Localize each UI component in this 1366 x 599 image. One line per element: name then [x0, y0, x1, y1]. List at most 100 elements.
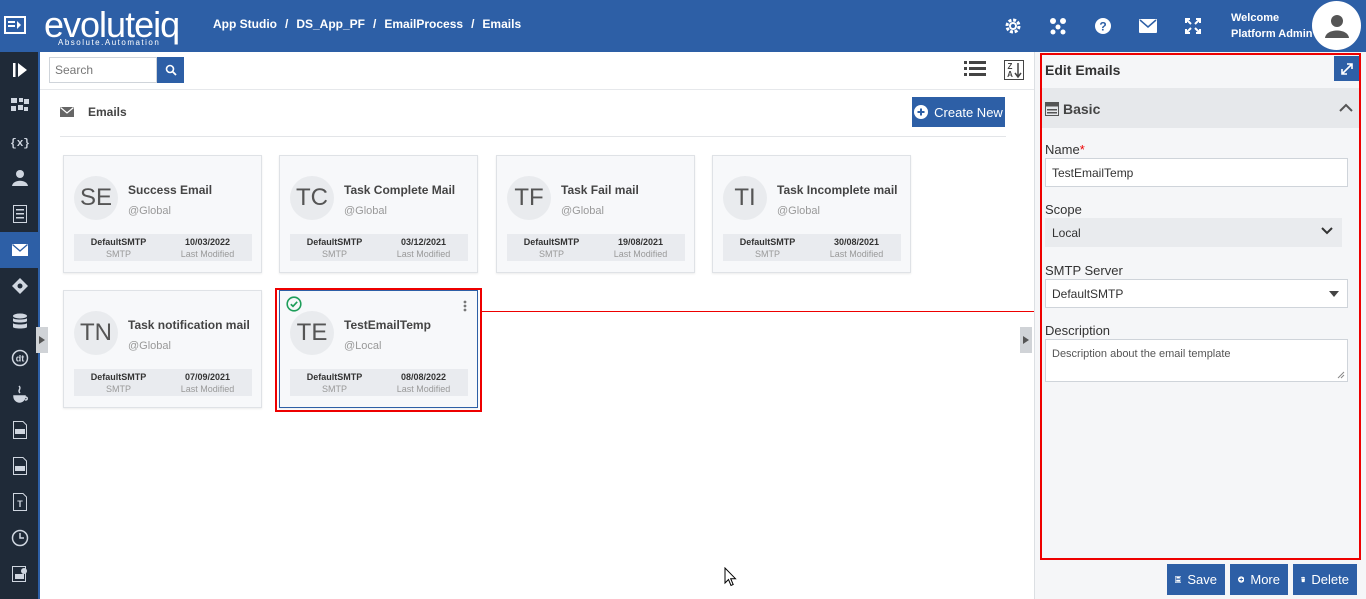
more-button[interactable]: More	[1230, 564, 1288, 595]
email-card[interactable]: SE Success Email @Global DefaultSMTP 10/…	[63, 155, 262, 273]
card-title: Task Complete Mail	[344, 183, 456, 197]
email-icon[interactable]	[0, 232, 40, 268]
card-initials: TN	[74, 311, 118, 355]
menu-toggle-icon[interactable]	[4, 14, 26, 36]
chevron-right-icon	[39, 336, 45, 344]
variables-icon[interactable]: {x}	[0, 124, 40, 160]
process-icon[interactable]	[0, 88, 40, 124]
list-view-icon[interactable]	[964, 60, 986, 83]
card-meta: DefaultSMTP 30/08/2021 SMTP Last Modifie…	[723, 234, 901, 261]
view-toggles: ZA	[964, 60, 1024, 83]
card-scope: @Global	[777, 205, 820, 217]
top-bar: evoluteiq Absolute.Automation App Studio…	[0, 0, 1366, 52]
forms-icon[interactable]	[0, 196, 40, 232]
main-area: Search ZA Emails Create New SE Success E…	[40, 52, 1034, 599]
search-button[interactable]	[157, 57, 184, 83]
email-card[interactable]: TI Task Incomplete mail @Global DefaultS…	[712, 155, 911, 273]
panel-collapse-tab[interactable]	[1020, 327, 1032, 353]
plus-circle-icon	[1238, 576, 1245, 583]
gear-icon[interactable]	[990, 0, 1035, 52]
card-date: 10/03/2022	[184, 237, 231, 247]
breadcrumb-separator: /	[373, 17, 377, 31]
launch-icon[interactable]	[0, 52, 40, 88]
breadcrumb-emails[interactable]: Emails	[482, 17, 521, 31]
breadcrumb-process[interactable]: EmailProcess	[384, 17, 463, 31]
mouse-cursor-icon	[724, 567, 737, 587]
svg-text:T: T	[17, 499, 23, 509]
pdf-icon[interactable]	[0, 412, 40, 448]
logo: evoluteiq Absolute.Automation	[34, 4, 184, 47]
clock-icon[interactable]	[0, 520, 40, 556]
card-server: DefaultSMTP	[90, 237, 147, 247]
card-date-label: Last Modified	[180, 249, 235, 259]
card-scope: @Global	[561, 205, 604, 217]
delete-button[interactable]: Delete	[1293, 564, 1357, 595]
card-title: Task notification mail	[128, 318, 250, 332]
card-title: Task Fail mail	[561, 183, 639, 197]
fullscreen-icon[interactable]	[1170, 0, 1215, 52]
card-initials: SE	[74, 176, 118, 220]
card-date-label: Last Modified	[829, 249, 884, 259]
users-icon[interactable]	[0, 160, 40, 196]
selection-highlight	[275, 288, 482, 412]
panel-highlight	[1040, 53, 1361, 560]
card-server-label: SMTP	[754, 249, 780, 259]
user-name: Platform Admin	[1231, 28, 1313, 40]
email-card[interactable]: TN Task notification mail @Global Defaul…	[63, 290, 262, 408]
card-title: Task Incomplete mail	[777, 183, 898, 197]
annotation-connector	[482, 311, 1040, 312]
text-icon[interactable]: T	[0, 484, 40, 520]
card-scope: @Global	[128, 205, 171, 217]
card-scope: @Global	[128, 340, 171, 352]
section-title: Emails	[88, 105, 127, 119]
panel-actions: Save More Delete	[1167, 564, 1357, 595]
email-card[interactable]: TC Task Complete Mail @Global DefaultSMT…	[279, 155, 478, 273]
card-meta: DefaultSMTP 03/12/2021 SMTP Last Modifie…	[290, 234, 468, 261]
card-date: 30/08/2021	[833, 237, 880, 247]
csv-icon[interactable]	[0, 448, 40, 484]
breadcrumb-app-studio[interactable]: App Studio	[213, 17, 277, 31]
create-new-button[interactable]: Create New	[912, 97, 1005, 127]
email-card[interactable]: TF Task Fail mail @Global DefaultSMTP 19…	[496, 155, 695, 273]
save-label: Save	[1187, 572, 1217, 587]
card-scope: @Global	[344, 205, 387, 217]
rules-icon[interactable]	[0, 268, 40, 304]
card-server: DefaultSMTP	[90, 372, 147, 382]
breadcrumb-separator: /	[284, 17, 289, 31]
card-title: Success Email	[128, 183, 213, 197]
avatar[interactable]	[1312, 1, 1361, 50]
left-collapse-tab[interactable]	[36, 327, 48, 353]
mail-icon[interactable]	[1125, 0, 1170, 52]
card-date: 19/08/2021	[617, 237, 664, 247]
create-new-label: Create New	[934, 104, 1003, 120]
database-icon[interactable]	[0, 304, 40, 340]
card-initials: TI	[723, 176, 767, 220]
breadcrumb: App Studio / DS_App_PF / EmailProcess / …	[213, 17, 521, 31]
left-rail: {x} dt T	[0, 52, 40, 599]
logo-tagline: Absolute.Automation	[58, 38, 161, 47]
top-icons: ?	[990, 0, 1215, 52]
search-icon	[165, 64, 177, 76]
plus-circle-icon	[914, 105, 929, 119]
apps-icon[interactable]	[1035, 0, 1080, 52]
svg-text:dt: dt	[16, 354, 25, 364]
save-button[interactable]: Save	[1167, 564, 1225, 595]
save-icon	[1175, 576, 1182, 583]
card-initials: TC	[290, 176, 334, 220]
email-section-icon	[60, 107, 74, 117]
java-icon[interactable]	[0, 376, 40, 412]
card-date: 03/12/2021	[400, 237, 447, 247]
trash-icon	[1301, 576, 1306, 583]
search-input[interactable]: Search	[49, 57, 157, 83]
card-server: DefaultSMTP	[739, 237, 796, 247]
report-icon[interactable]	[0, 556, 40, 592]
card-server-label: SMTP	[538, 249, 564, 259]
datatable-icon[interactable]: dt	[0, 340, 40, 376]
card-server-label: SMTP	[105, 249, 131, 259]
breadcrumb-separator: /	[471, 17, 475, 31]
card-initials: TF	[507, 176, 551, 220]
card-server-label: SMTP	[105, 384, 131, 394]
help-icon[interactable]: ?	[1080, 0, 1125, 52]
breadcrumb-app[interactable]: DS_App_PF	[296, 17, 365, 31]
sort-icon[interactable]: ZA	[1004, 60, 1024, 83]
